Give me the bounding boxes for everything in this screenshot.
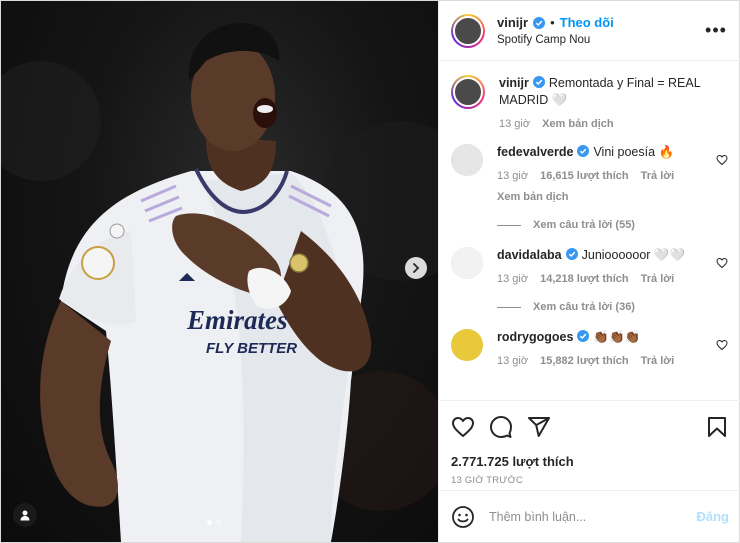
player-photo: Emirates FLY BETTER	[1, 23, 438, 542]
verified-badge-icon	[577, 330, 590, 342]
chevron-right-icon	[413, 263, 420, 273]
commenter-avatar[interactable]	[451, 144, 483, 176]
post-header: vinijr • Theo dõi Spotify Camp Nou •••	[439, 1, 740, 61]
jersey-slogan-text: FLY BETTER	[206, 340, 297, 357]
comment-username[interactable]: rodrygogoes	[497, 330, 573, 344]
comment-likes[interactable]: 16,615 lượt thích	[540, 170, 629, 182]
comments-list[interactable]: vinijr Remontada y Final = REAL MADRID 🤍 …	[439, 61, 740, 399]
paper-plane-icon[interactable]	[527, 415, 551, 439]
post-media[interactable]: Emirates FLY BETTER	[1, 1, 438, 542]
separator-dot: •	[550, 15, 555, 30]
comment-time[interactable]: 13 giờ	[497, 273, 528, 285]
comment-likes[interactable]: 14,218 lượt thích	[540, 273, 629, 285]
caption-username[interactable]: vinijr	[499, 76, 529, 90]
more-options-button[interactable]: •••	[704, 19, 728, 43]
user-tags-button[interactable]	[13, 503, 37, 527]
verified-badge-icon	[533, 16, 546, 29]
comment-time[interactable]: 13 giờ	[497, 355, 528, 367]
reply-button[interactable]: Trả lời	[641, 170, 675, 182]
comment-item: davidalaba Junioooooor 🤍🤍 13 giờ 14,218 l…	[451, 247, 728, 285]
comment-translate-button[interactable]: Xem bản dịch	[497, 191, 706, 203]
like-comment-heart-icon[interactable]	[716, 257, 728, 269]
comment-text: 👏🏾👏🏾👏🏾	[593, 330, 641, 344]
post-comment-button[interactable]: Đăng	[697, 509, 730, 524]
person-icon	[20, 510, 30, 521]
author-avatar[interactable]	[451, 75, 485, 109]
post-sidebar: vinijr • Theo dõi Spotify Camp Nou ••• v…	[438, 1, 740, 542]
heart-icon[interactable]	[451, 415, 475, 439]
comment-username[interactable]: davidalaba	[497, 248, 562, 262]
post-timestamp[interactable]: 13 GIỜ TRƯỚC	[451, 475, 729, 486]
verified-badge-icon	[565, 248, 578, 260]
view-replies-label: Xem câu trả lời (55)	[533, 219, 635, 231]
follow-button[interactable]: Theo dõi	[560, 15, 614, 30]
comment-icon[interactable]	[489, 415, 513, 439]
jersey-sponsor-text: Emirates	[186, 305, 288, 335]
post-dialog: Emirates FLY BETTER vinijr • Theo dõi Sp…	[0, 0, 740, 543]
location-link[interactable]: Spotify Camp Nou	[497, 34, 704, 46]
commenter-avatar[interactable]	[451, 247, 483, 279]
comment-item: fedevalverde Vini poesía 🔥 13 giờ 16,615 …	[451, 144, 728, 203]
carousel-dot	[216, 520, 221, 525]
reply-button[interactable]: Trả lời	[641, 273, 675, 285]
caption-text: Remontada y Final = REAL MADRID 🤍	[499, 76, 701, 107]
reply-button[interactable]: Trả lời	[641, 355, 675, 367]
smiley-icon[interactable]	[451, 505, 475, 529]
view-replies-button[interactable]: Xem câu trả lời (36)	[497, 301, 728, 313]
caption: vinijr Remontada y Final = REAL MADRID 🤍 …	[451, 75, 728, 130]
comment-input[interactable]	[489, 509, 697, 524]
like-comment-heart-icon[interactable]	[716, 154, 728, 166]
author-avatar[interactable]	[451, 13, 485, 48]
caption-translate-button[interactable]: Xem bản dịch	[542, 118, 614, 130]
comment-text: Junioooooor 🤍🤍	[581, 248, 686, 262]
like-comment-heart-icon[interactable]	[716, 339, 728, 351]
author-username[interactable]: vinijr	[497, 15, 528, 30]
view-replies-label: Xem câu trả lời (36)	[533, 301, 635, 313]
replies-line	[497, 306, 521, 308]
bookmark-icon[interactable]	[705, 415, 729, 439]
comment-item: rodrygogoes 👏🏾👏🏾👏🏾 13 giờ 15,882 lượt thí…	[451, 329, 728, 367]
carousel-next-button[interactable]	[405, 257, 427, 279]
post-actions: 2.771.725 lượt thích 13 GIỜ TRƯỚC	[439, 400, 740, 486]
comment-time[interactable]: 13 giờ	[497, 170, 528, 182]
carousel-indicator	[207, 520, 221, 525]
verified-badge-icon	[532, 76, 545, 88]
caption-time[interactable]: 13 giờ	[499, 118, 530, 130]
comment-composer: Đăng	[439, 490, 740, 542]
like-count[interactable]: 2.771.725 lượt thích	[451, 454, 729, 469]
comment-text: Vini poesía 🔥	[593, 145, 675, 159]
comment-likes[interactable]: 15,882 lượt thích	[540, 355, 629, 367]
replies-line	[497, 224, 521, 226]
carousel-dot	[207, 520, 212, 525]
commenter-avatar[interactable]	[451, 329, 483, 361]
comment-username[interactable]: fedevalverde	[497, 145, 573, 159]
view-replies-button[interactable]: Xem câu trả lời (55)	[497, 219, 728, 231]
verified-badge-icon	[577, 145, 590, 157]
more-options-icon: •••	[705, 20, 727, 40]
